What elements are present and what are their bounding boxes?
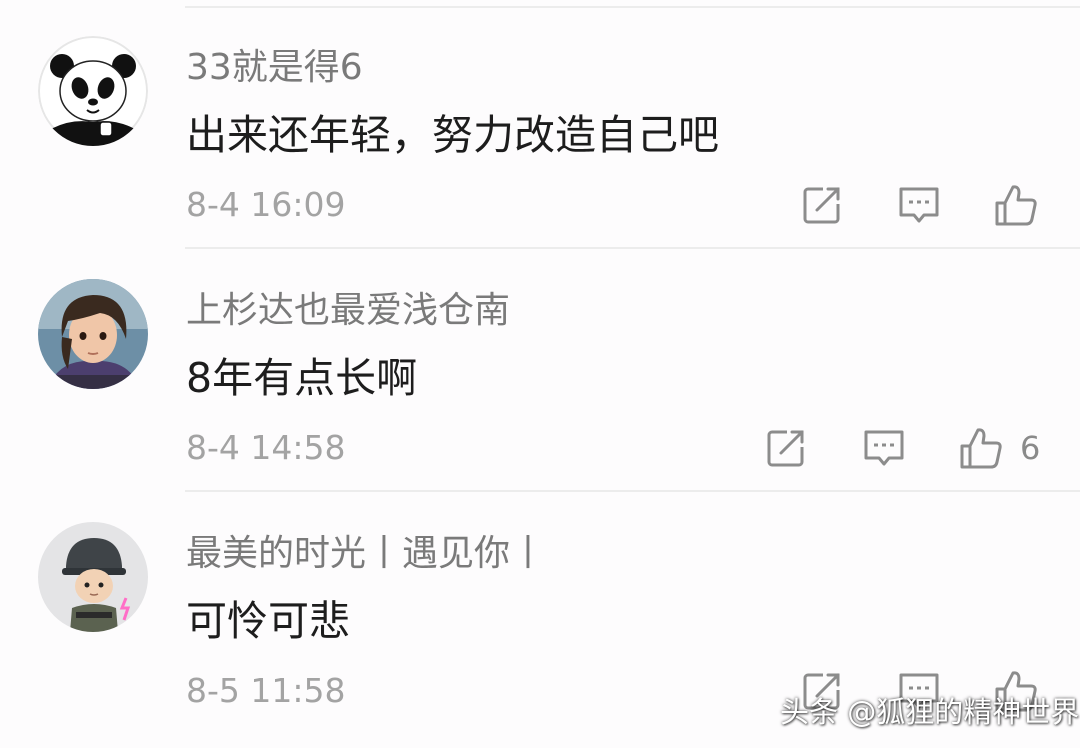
comment-feed: 33就是得6 出来还年轻，努力改造自己吧 8-4 16:09 上杉达也最爱浅仓南… bbox=[0, 0, 1080, 748]
like-count: 6 bbox=[1020, 429, 1041, 467]
comment-timestamp: 8-4 16:09 bbox=[186, 185, 346, 224]
comment-username[interactable]: 上杉达也最爱浅仓南 bbox=[186, 289, 510, 333]
user-avatar[interactable] bbox=[38, 279, 148, 389]
comment-item: 上杉达也最爱浅仓南 8年有点长啊 8-4 14:58 6 bbox=[0, 249, 1080, 492]
comment-username[interactable]: 最美的时光丨遇见你丨 bbox=[186, 532, 546, 576]
share-button[interactable] bbox=[762, 424, 810, 472]
share-icon bbox=[767, 430, 804, 467]
like-button[interactable] bbox=[957, 424, 1005, 472]
comment-text: 8年有点长啊 bbox=[186, 354, 418, 402]
user-avatar[interactable] bbox=[38, 36, 148, 146]
like-button[interactable] bbox=[992, 181, 1040, 229]
panda-avatar-image bbox=[38, 36, 148, 146]
comment-item: 33就是得6 出来还年轻，努力改造自己吧 8-4 16:09 bbox=[0, 6, 1080, 249]
comment-timestamp: 8-4 14:58 bbox=[186, 428, 346, 467]
user-avatar[interactable] bbox=[38, 522, 148, 632]
thumbs-up-icon bbox=[995, 185, 1037, 226]
comment-text: 出来还年轻，努力改造自己吧 bbox=[186, 111, 719, 159]
anime-girl-avatar-image bbox=[38, 279, 148, 389]
comment-icon bbox=[899, 187, 939, 223]
comment-username[interactable]: 33就是得6 bbox=[186, 46, 363, 90]
reply-button[interactable] bbox=[860, 424, 908, 472]
share-button[interactable] bbox=[798, 181, 846, 229]
comment-icon bbox=[864, 430, 904, 466]
helmet-soldier-avatar-image bbox=[38, 522, 148, 632]
comment-text: 可怜可悲 bbox=[186, 597, 350, 645]
watermark: 头条 @狐狸的精神世界 bbox=[780, 695, 1080, 729]
reply-button[interactable] bbox=[895, 181, 943, 229]
thumbs-up-icon bbox=[960, 428, 1002, 469]
comment-timestamp: 8-5 11:58 bbox=[186, 671, 346, 710]
share-icon bbox=[803, 187, 840, 224]
